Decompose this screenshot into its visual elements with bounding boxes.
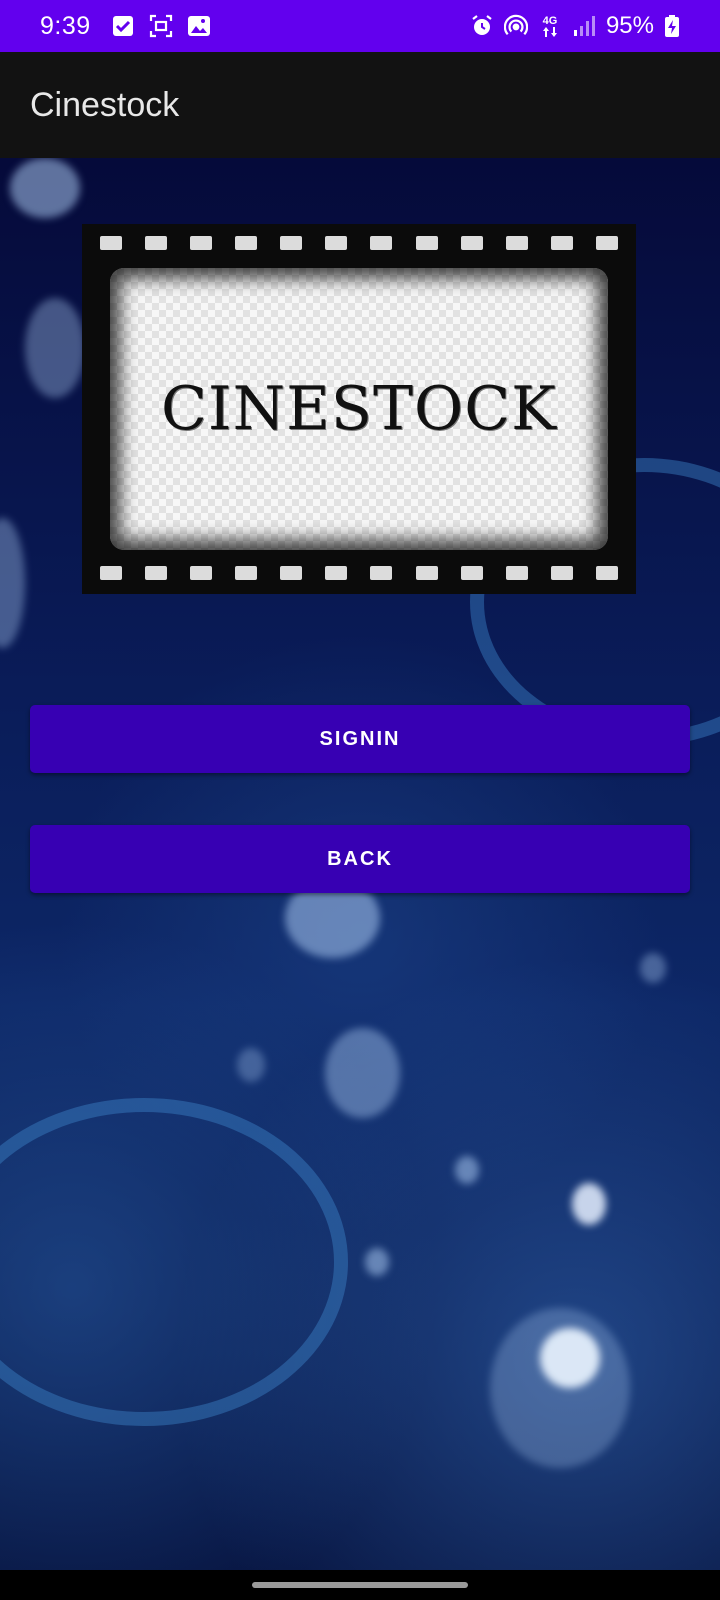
film-perforations-top [100, 236, 618, 254]
signin-button[interactable]: SIGNIN [30, 705, 690, 773]
bokeh-light [640, 953, 666, 983]
bokeh-light [0, 518, 25, 648]
bokeh-light [237, 1048, 265, 1082]
film-perforations-bottom [100, 566, 618, 584]
screenshot-icon [149, 14, 173, 38]
bokeh-light [10, 158, 80, 218]
gallery-icon [187, 14, 211, 38]
bokeh-light [455, 1156, 479, 1184]
network-4g-icon: 4G [538, 14, 562, 38]
main-content: CINESTOCK SIGNIN BACK [0, 158, 720, 1570]
film-reel-decoration [0, 1098, 348, 1426]
app-title: Cinestock [30, 85, 180, 124]
check-icon [111, 14, 135, 38]
status-bar-left: 9:39 [40, 12, 211, 41]
bokeh-light [572, 1183, 606, 1225]
bokeh-light [25, 298, 85, 398]
battery-charging-icon [664, 14, 680, 38]
network-label: 4G [542, 14, 558, 27]
status-time: 9:39 [40, 11, 91, 40]
bokeh-light [325, 1028, 400, 1118]
bokeh-light [365, 1248, 389, 1276]
signal-icon [572, 14, 596, 38]
battery-percent: 95% [605, 12, 654, 39]
alarm-icon [470, 14, 494, 38]
logo-frame: CINESTOCK [110, 268, 608, 550]
status-bar: 9:39 4G 95% [0, 0, 720, 52]
cinestock-logo: CINESTOCK [82, 224, 636, 594]
logo-text: CINESTOCK [161, 374, 557, 444]
back-button[interactable]: BACK [30, 825, 690, 893]
app-bar: Cinestock [0, 52, 720, 158]
status-bar-right: 4G 95% [470, 12, 680, 40]
bokeh-light [540, 1328, 600, 1388]
navigation-bar [0, 1570, 720, 1600]
gesture-handle[interactable] [252, 1582, 468, 1588]
hotspot-icon [503, 14, 528, 38]
